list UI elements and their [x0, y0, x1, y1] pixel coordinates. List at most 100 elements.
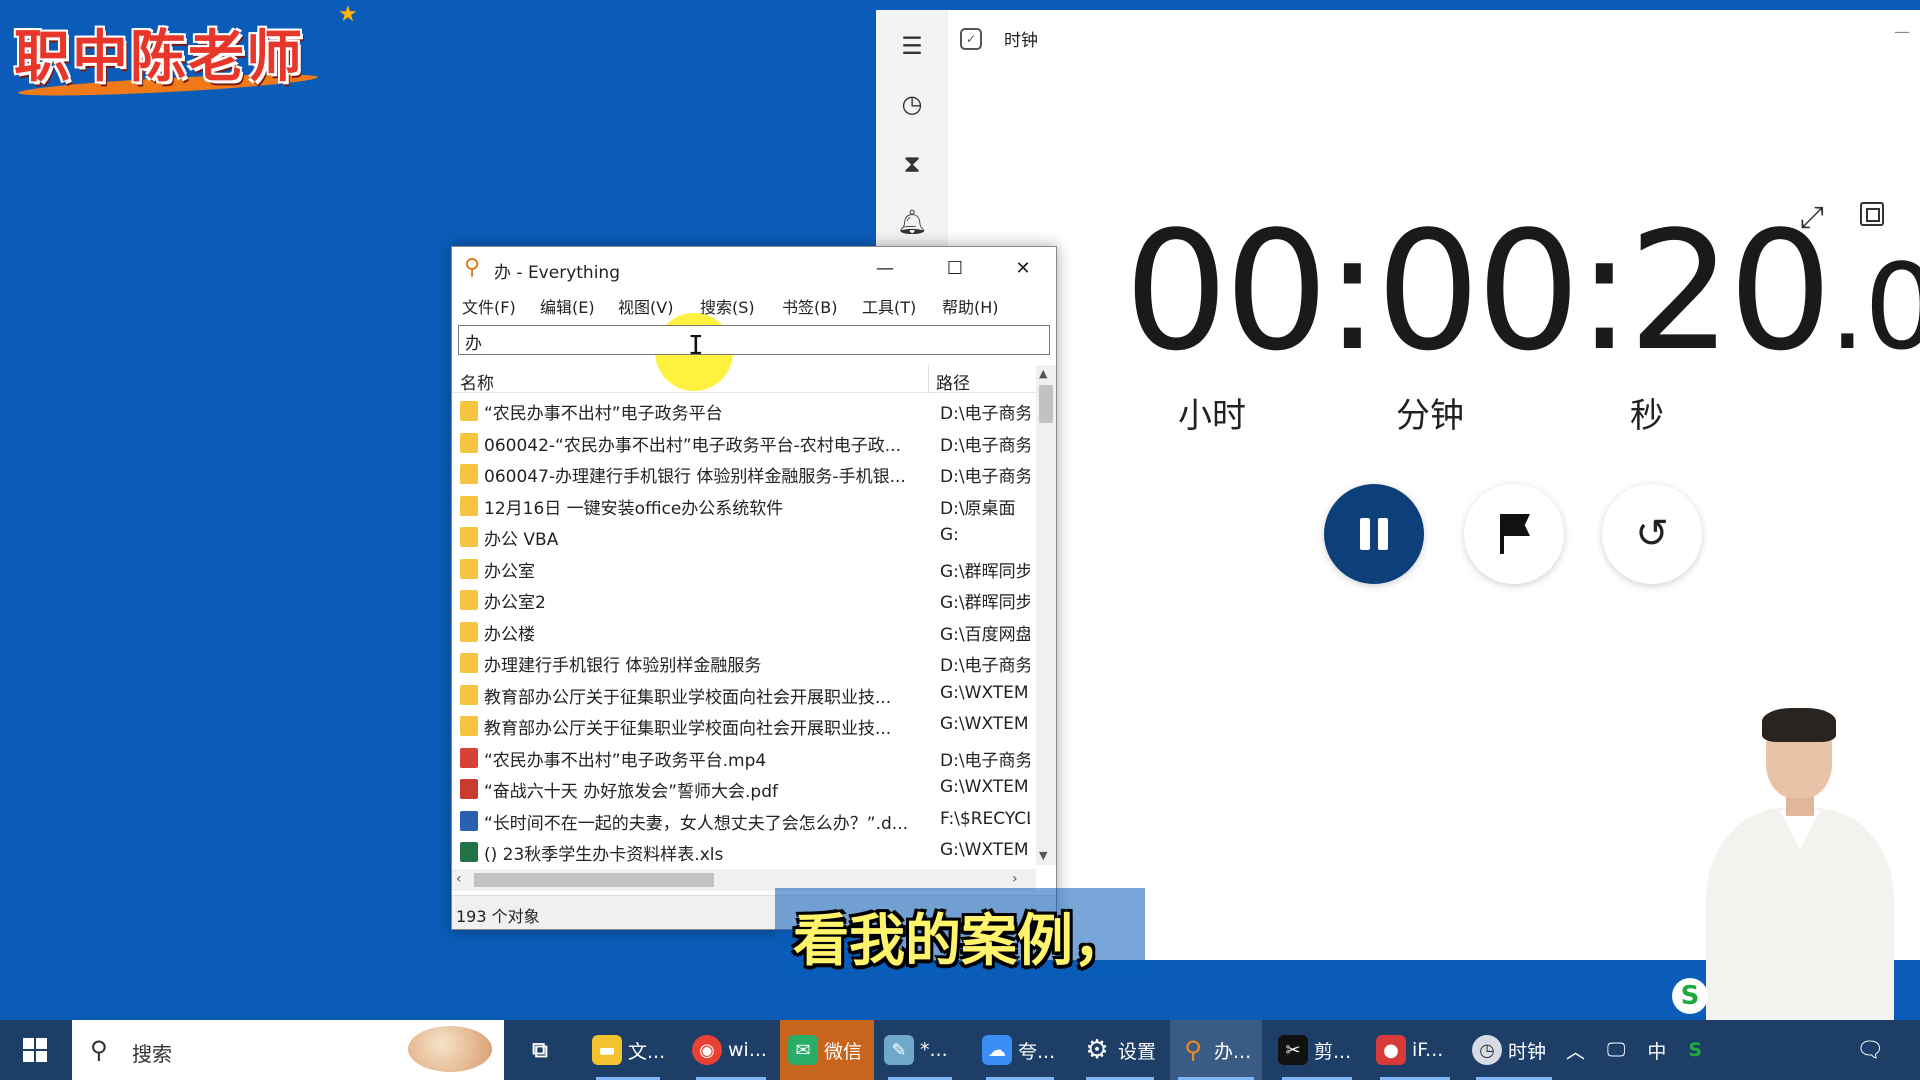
- menu-icon[interactable]: ☰: [896, 30, 928, 62]
- title-bar[interactable]: ⚲ 办 - Everything — ☐ ✕: [452, 247, 1056, 289]
- chevron-up-icon[interactable]: ︿: [1566, 1037, 1585, 1064]
- taskbar-chrome[interactable]: ◉ wi...: [688, 1020, 774, 1080]
- result-row[interactable]: 12月16日 一键安装office办公系统软件 D:\原桌面: [452, 490, 1032, 522]
- taskbar-capcut-label: 剪...: [1314, 1040, 1352, 1063]
- result-name: 办公室: [484, 561, 535, 582]
- result-path: G:\群晖同步: [940, 593, 1030, 613]
- result-row[interactable]: “长时间不在一起的夫妻，女人想丈夫了会怎么办？”.d... F:\$RECYCL: [452, 805, 1032, 837]
- menu-search[interactable]: 搜索(S): [700, 294, 755, 318]
- folder-icon: [460, 527, 478, 547]
- clock-icon: ◷: [1472, 1035, 1502, 1065]
- stopwatch-display: 00:00:20.08: [1124, 210, 1920, 374]
- result-path: D:\电子商务: [940, 750, 1030, 771]
- clock-app-icon: ✓: [960, 28, 982, 50]
- sogou-tray-icon[interactable]: S: [1688, 1039, 1702, 1061]
- result-row[interactable]: 办理建行手机银行 体验别样金融服务 D:\电子商务: [452, 647, 1032, 679]
- result-path: D:\电子商务: [940, 656, 1030, 676]
- result-row[interactable]: 060047-办理建行手机银行 体验别样金融服务-手机银... D:\电子商务: [452, 458, 1032, 490]
- ime-indicator[interactable]: 中: [1647, 1037, 1666, 1064]
- hourglass-icon[interactable]: ⧗: [896, 148, 928, 180]
- folder-icon: [460, 401, 478, 421]
- menu-help[interactable]: 帮助(H): [942, 294, 999, 318]
- doc-file-icon: [460, 810, 478, 831]
- star-icon: ★: [338, 2, 358, 27]
- task-view-button[interactable]: ⧉: [520, 1020, 560, 1080]
- result-row[interactable]: 办公室 G:\群晖同步: [452, 553, 1032, 585]
- result-row[interactable]: “农民办事不出村”电子政务平台.mp4 D:\电子商务: [452, 742, 1032, 774]
- scroll-down-icon[interactable]: ▼: [1039, 849, 1047, 862]
- result-path: F:\$RECYCL: [940, 808, 1030, 829]
- search-input[interactable]: 办: [458, 325, 1050, 355]
- taskbar-everything[interactable]: ⚲ 办...: [1170, 1020, 1262, 1080]
- folder-icon: [460, 558, 478, 579]
- menu-view[interactable]: 视图(V): [618, 294, 673, 318]
- magnifier-icon: ⚲: [464, 255, 481, 280]
- result-path: D:\电子商务: [940, 435, 1030, 456]
- notification-icon: 🗨︎: [1856, 1037, 1884, 1063]
- result-row[interactable]: 060042-“农民办事不出村”电子政务平台-农村电子政... D:\电子商务: [452, 427, 1032, 459]
- taskbar-settings[interactable]: ⚙ 设置: [1078, 1020, 1162, 1080]
- hours-label: 小时: [1178, 396, 1246, 436]
- minimize-button[interactable]: —: [1894, 22, 1910, 41]
- result-row[interactable]: 教育部办公厅关于征集职业学校面向社会开展职业技... G:\WXTEM: [452, 679, 1032, 711]
- result-row[interactable]: “农民办事不出村”电子政务平台 D:\电子商务: [452, 395, 1032, 427]
- taskbar-file-explorer-label: 文...: [628, 1040, 666, 1063]
- pause-icon: [1360, 518, 1388, 550]
- column-divider[interactable]: [928, 365, 929, 393]
- stopwatch-icon[interactable]: ◷: [896, 88, 928, 120]
- result-name: () 23秋季学生办卡资料样表.xls: [484, 845, 724, 865]
- taskbar-file-explorer[interactable]: ▬ 文...: [588, 1020, 668, 1080]
- scroll-up-icon[interactable]: ▲: [1039, 367, 1047, 380]
- result-name: “长时间不在一起的夫妻，女人想丈夫了会怎么办？”.d...: [484, 813, 909, 834]
- reset-icon: ↺: [1635, 511, 1669, 557]
- result-path: G:: [940, 525, 959, 545]
- folder-icon: [460, 432, 478, 453]
- result-row[interactable]: 办公 VBA G:: [452, 521, 1032, 553]
- taskbar-wechat[interactable]: ✉ 微信: [780, 1020, 874, 1080]
- start-button[interactable]: [0, 1020, 70, 1080]
- minimize-button[interactable]: —: [860, 251, 910, 285]
- scroll-right-icon[interactable]: ›: [1012, 871, 1018, 887]
- taskbar-recorder-label: iF...: [1412, 1039, 1444, 1061]
- result-path: D:\电子商务: [940, 467, 1030, 487]
- result-row[interactable]: 办公室2 G:\群晖同步: [452, 584, 1032, 616]
- pause-button[interactable]: [1324, 484, 1424, 584]
- bell-icon[interactable]: 🔔︎: [896, 206, 928, 238]
- maximize-button[interactable]: ☐: [930, 251, 980, 285]
- network-icon[interactable]: 🖵︎: [1607, 1039, 1625, 1061]
- result-name: “农民办事不出村”电子政务平台: [484, 404, 723, 424]
- taskbar-recorder[interactable]: ● iF...: [1372, 1020, 1458, 1080]
- vertical-scrollbar[interactable]: ▲ ▼: [1036, 365, 1056, 865]
- notification-center[interactable]: 🗨︎: [1856, 1020, 1884, 1080]
- column-header-name[interactable]: 名称: [460, 369, 494, 394]
- close-button[interactable]: ✕: [998, 251, 1048, 285]
- taskbar-notepad[interactable]: ✎ *...: [880, 1020, 960, 1080]
- result-path: G:\WXTEM: [940, 777, 1029, 797]
- taskbar-clock[interactable]: ◷ 时钟: [1468, 1020, 1560, 1080]
- taskbar-cloud[interactable]: ☁ 夸...: [978, 1020, 1062, 1080]
- result-row[interactable]: 教育部办公厅关于征集职业学校面向社会开展职业技... G:\WXTEM: [452, 710, 1032, 742]
- result-path: G:\WXTEM: [940, 682, 1029, 703]
- scroll-left-icon[interactable]: ‹: [456, 871, 462, 887]
- taskbar-search[interactable]: ⚲ 搜索: [72, 1020, 504, 1080]
- result-row[interactable]: () 23秋季学生办卡资料样表.xls G:\WXTEM: [452, 836, 1032, 865]
- menu-bookmarks[interactable]: 书签(B): [782, 294, 837, 318]
- result-row[interactable]: 办公楼 G:\百度网盘: [452, 616, 1032, 648]
- menu-edit[interactable]: 编辑(E): [540, 294, 595, 318]
- vertical-scroll-thumb[interactable]: [1039, 385, 1053, 423]
- chrome-icon: ◉: [692, 1035, 722, 1065]
- sogou-ime-icon[interactable]: S: [1672, 978, 1708, 1014]
- menu-tools[interactable]: 工具(T): [862, 294, 916, 318]
- horizontal-scroll-thumb[interactable]: [474, 873, 714, 887]
- menu-file[interactable]: 文件(F): [462, 294, 516, 318]
- result-row[interactable]: “奋战六十天 办好旅发会”誓师大会.pdf G:\WXTEM: [452, 773, 1032, 805]
- lap-button[interactable]: [1464, 484, 1564, 584]
- video-subtitle: 看我的案例，: [793, 909, 1129, 974]
- text-cursor-icon: I: [688, 331, 704, 361]
- taskbar-settings-label: 设置: [1118, 1040, 1157, 1063]
- reset-button[interactable]: ↺: [1602, 484, 1702, 584]
- stopwatch-fraction: .08: [1828, 238, 1920, 376]
- logo-text: 职中陈老师: [14, 24, 304, 90]
- taskbar-capcut[interactable]: ✂ 剪...: [1274, 1020, 1360, 1080]
- column-header-path[interactable]: 路径: [936, 369, 970, 394]
